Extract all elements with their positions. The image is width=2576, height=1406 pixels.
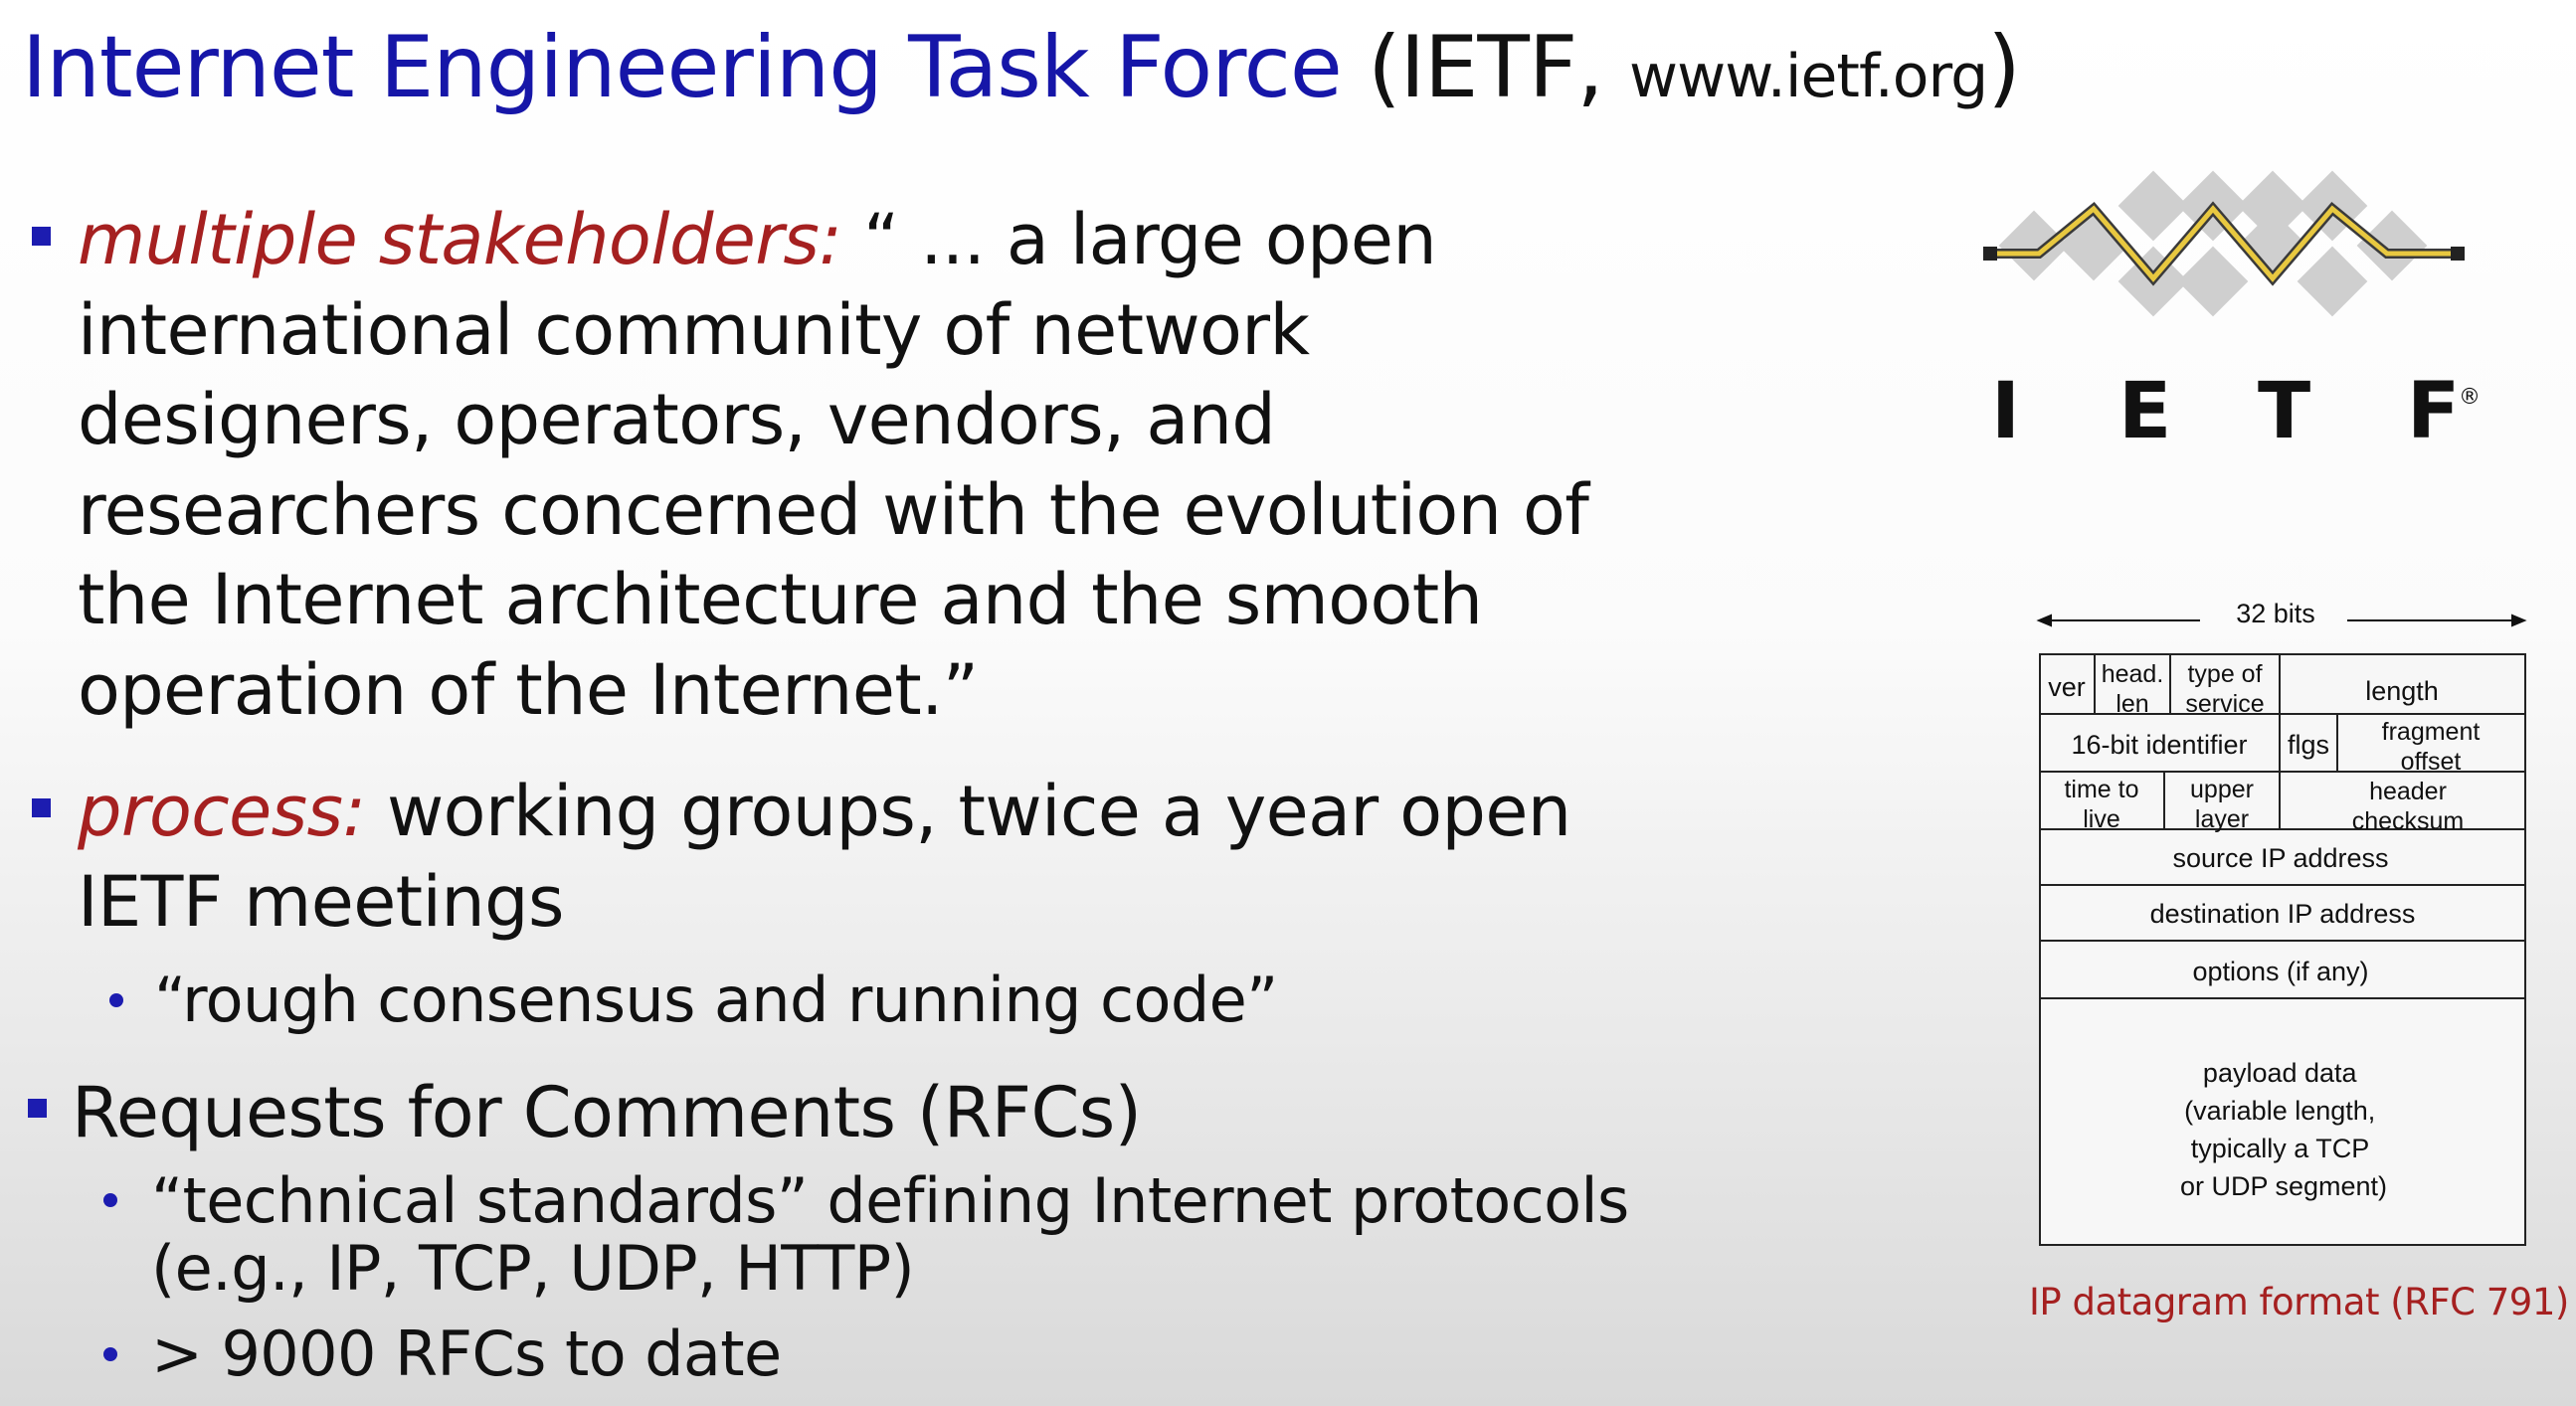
ietf-logo: I E T F ® <box>1983 170 2481 456</box>
process-line-0: working groups, twice a year open <box>365 771 1571 852</box>
stakeholders-line-5: operation of the Internet.” <box>78 648 979 731</box>
ip-datagram-diagram: 32 bits ver head. len type of service leng… <box>2036 599 2527 1246</box>
rfcs-sub1-line-1: (e.g., IP, TCP, UDP, HTTP) <box>151 1232 915 1305</box>
rfcs-label: Requests for Comments (RFCs) <box>72 1072 1142 1153</box>
title-paren-close: ) <box>1987 18 2021 117</box>
field-destination-ip: destination IP address <box>2150 899 2416 929</box>
stakeholders-line-1: international community of network <box>78 288 1310 371</box>
bullet-square-icon <box>32 227 51 246</box>
field-ver: ver <box>2048 672 2086 702</box>
stakeholders-line-0: “ ... a large open <box>841 199 1437 280</box>
field-options: options (if any) <box>2192 957 2368 986</box>
bullet-dot-icon <box>103 1193 117 1207</box>
title-main: Internet Engineering Task Force <box>22 18 1343 117</box>
logo-letter-f: F <box>2407 367 2460 456</box>
process-text: process: working groups, twice a year op… <box>78 767 1571 947</box>
stakeholders-line-3: researchers concerned with the evolution… <box>78 468 1589 551</box>
slide-title: Internet Engineering Task Force (IETF, w… <box>22 8 2021 136</box>
field-source-ip: source IP address <box>2172 843 2388 873</box>
bullet-square-icon <box>32 798 51 817</box>
field-length: length <box>2365 676 2439 706</box>
rfcs-sub1-line-0: “technical standards” defining Internet … <box>151 1164 1629 1237</box>
process-line-1: IETF meetings <box>78 860 564 943</box>
logo-letter-e: E <box>2118 367 2171 456</box>
title-paren-open: (IETF, <box>1341 18 1630 117</box>
process-label: process: <box>78 771 366 852</box>
stakeholders-text: multiple stakeholders: “ ... a large ope… <box>78 195 1589 735</box>
logo-letter-i: I <box>1991 367 2020 456</box>
logo-registered-mark: ® <box>2459 385 2481 410</box>
rfcs-sub2: > 9000 RFCs to date <box>151 1318 782 1390</box>
field-identifier: 16-bit identifier <box>2071 730 2247 760</box>
diagram-caption: IP datagram format (RFC 791) <box>2029 1281 2569 1323</box>
width-label: 32 bits <box>2236 599 2315 628</box>
rfcs-sub1: “technical standards” defining Internet … <box>151 1167 1629 1303</box>
stakeholders-label: multiple stakeholders: <box>78 199 842 280</box>
title-url: www.ietf.org <box>1629 42 1988 111</box>
stakeholders-line-2: designers, operators, vendors, and <box>78 379 1276 460</box>
field-flags: flgs <box>2288 730 2329 760</box>
bullet-dot-icon <box>103 1347 117 1361</box>
bullet-dot-icon <box>109 993 123 1007</box>
bullet-square-icon <box>28 1099 47 1118</box>
stakeholders-line-4: the Internet architecture and the smooth <box>78 559 1483 640</box>
logo-letter-t: T <box>2258 367 2310 456</box>
logo-diamonds <box>1998 170 2428 317</box>
process-sub: “rough consensus and running code” <box>154 964 1278 1036</box>
